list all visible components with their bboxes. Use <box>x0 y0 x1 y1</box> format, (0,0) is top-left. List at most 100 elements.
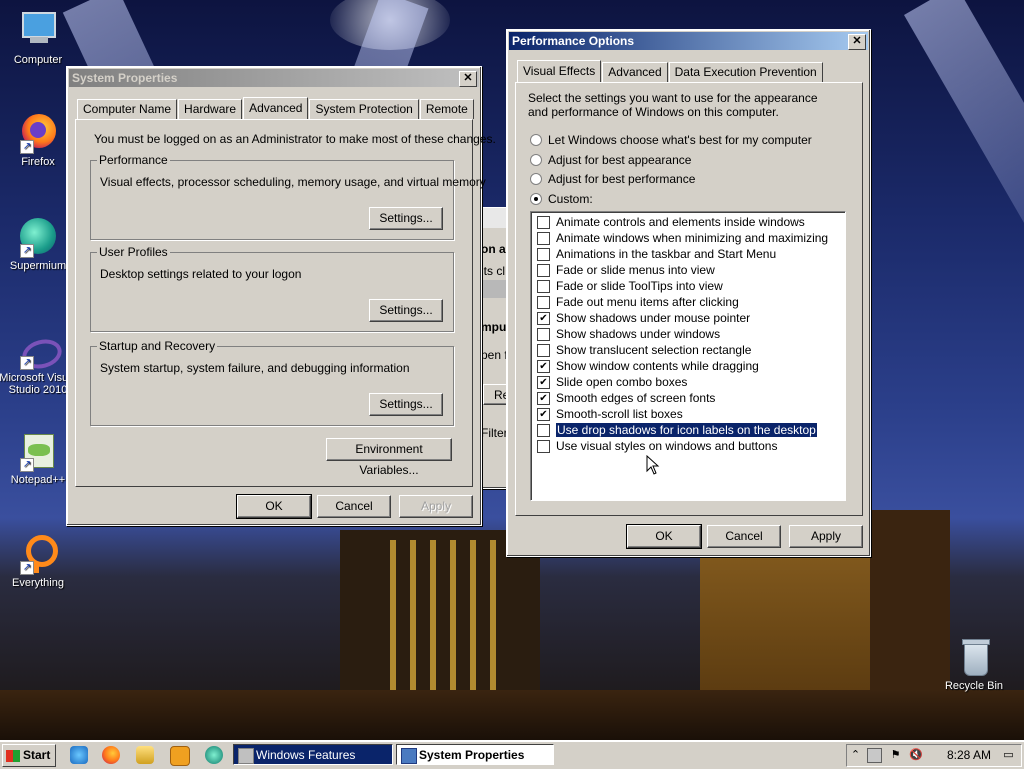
visual-effect-item[interactable]: ✔ Slide open combo boxes <box>531 374 845 390</box>
radio-best-appearance[interactable]: Adjust for best appearance <box>530 153 691 167</box>
taskbar-button-system-properties[interactable]: System Properties <box>396 744 554 765</box>
visual-effect-label: Smooth edges of screen fonts <box>556 391 716 405</box>
checkbox-checked-icon[interactable]: ✔ <box>537 311 550 325</box>
window-title: System Properties <box>72 71 178 85</box>
checkbox-unchecked-icon[interactable] <box>537 231 550 245</box>
checkbox-unchecked-icon[interactable] <box>537 327 550 341</box>
performance-options-titlebar[interactable]: Performance Options ✕ <box>509 32 868 50</box>
desktop-icon-recycle-bin[interactable]: Recycle Bin <box>934 636 1014 692</box>
radio-label: Let Windows choose what's best for my co… <box>548 133 812 147</box>
action-center-flag-icon[interactable]: ⚑ <box>889 748 902 761</box>
mouse-cursor-icon <box>646 455 660 475</box>
user-profiles-settings-button[interactable]: Settings... <box>369 299 443 322</box>
system-tray: ⌃ ⚑ 🔇 8:28 AM ▭ <box>846 744 1022 767</box>
visual-effect-item[interactable]: Use visual styles on windows and buttons <box>531 438 845 454</box>
checkbox-unchecked-icon[interactable] <box>537 295 550 309</box>
close-button[interactable]: ✕ <box>848 34 866 50</box>
visual-effect-item[interactable]: Animate windows when minimizing and maxi… <box>531 230 845 246</box>
clock[interactable]: 8:28 AM <box>947 745 991 766</box>
visual-effect-item[interactable]: ✔ Smooth-scroll list boxes <box>531 406 845 422</box>
ok-button[interactable]: OK <box>236 494 312 519</box>
cancel-button[interactable]: Cancel <box>707 525 781 548</box>
tab-hardware[interactable]: Hardware <box>178 99 243 119</box>
tab-remote[interactable]: Remote <box>419 99 474 119</box>
radio-indicator <box>530 193 542 205</box>
checkbox-unchecked-icon[interactable] <box>537 343 550 357</box>
apply-button[interactable]: Apply <box>789 525 863 548</box>
visual-effect-item[interactable]: ✔ Smooth edges of screen fonts <box>531 390 845 406</box>
visual-effect-item[interactable]: Use drop shadows for icon labels on the … <box>531 422 845 438</box>
visual-effect-item[interactable]: Show shadows under windows <box>531 326 845 342</box>
shortcut-arrow-icon: ↗ <box>20 561 34 575</box>
checkbox-unchecked-icon[interactable] <box>537 263 550 277</box>
radio-indicator <box>530 154 542 166</box>
checkbox-checked-icon[interactable]: ✔ <box>537 359 550 373</box>
visual-effect-item[interactable]: Animations in the taskbar and Start Menu <box>531 246 845 262</box>
start-button[interactable]: Start <box>2 744 56 767</box>
checkbox-unchecked-icon[interactable] <box>537 423 550 437</box>
desktop-icon-everything[interactable]: ↗ Everything <box>0 533 78 589</box>
system-properties-window[interactable]: System Properties ✕ Computer Name Hardwa… <box>66 66 496 526</box>
system-properties-titlebar[interactable]: System Properties ✕ <box>69 69 479 87</box>
checkbox-unchecked-icon[interactable] <box>537 215 550 229</box>
ok-button[interactable]: OK <box>626 524 702 549</box>
radio-label: Custom: <box>548 192 593 206</box>
cancel-button[interactable]: Cancel <box>317 495 391 518</box>
firefox-icon[interactable] <box>102 746 120 764</box>
visual-effect-item[interactable]: Fade out menu items after clicking <box>531 294 845 310</box>
checkbox-unchecked-icon[interactable] <box>537 247 550 261</box>
supermium-icon[interactable] <box>205 746 223 764</box>
startup-settings-button[interactable]: Settings... <box>369 393 443 416</box>
tab-advanced[interactable]: Advanced <box>602 62 668 82</box>
explorer-icon[interactable] <box>136 746 154 764</box>
visual-effect-item[interactable]: Fade or slide menus into view <box>531 262 845 278</box>
tab-data-execution-prevention[interactable]: Data Execution Prevention <box>668 62 823 82</box>
visual-effect-label: Show window contents while dragging <box>556 359 759 373</box>
shortcut-arrow-icon: ↗ <box>20 244 34 258</box>
visual-effect-item[interactable]: Show translucent selection rectangle <box>531 342 845 358</box>
visual-effect-label: Animate controls and elements inside win… <box>556 215 805 229</box>
checkbox-checked-icon[interactable]: ✔ <box>537 375 550 389</box>
visual-effect-label: Show shadows under windows <box>556 327 721 341</box>
checkbox-checked-icon[interactable]: ✔ <box>537 407 550 421</box>
visual-effect-item[interactable]: ✔ Show window contents while dragging <box>531 358 845 374</box>
checkbox-checked-icon[interactable]: ✔ <box>537 391 550 405</box>
partial-text: mpu <box>481 320 507 334</box>
visual-effects-list[interactable]: Animate controls and elements inside win… <box>530 211 846 501</box>
visual-effect-label: Fade or slide ToolTips into view <box>556 279 723 293</box>
ie-icon[interactable] <box>70 746 88 764</box>
tab-advanced[interactable]: Advanced <box>243 97 309 119</box>
network-icon[interactable] <box>867 748 882 763</box>
performance-settings-button[interactable]: Settings... <box>369 207 443 230</box>
performance-options-window[interactable]: Performance Options ✕ Visual Effects Adv… <box>506 29 871 557</box>
radio-custom[interactable]: Custom: <box>530 192 593 206</box>
tab-visual-effects[interactable]: Visual Effects <box>517 60 602 82</box>
media-player-icon[interactable] <box>170 746 190 766</box>
radio-best-performance[interactable]: Adjust for best performance <box>530 172 695 186</box>
volume-muted-icon[interactable]: 🔇 <box>909 748 923 761</box>
visual-effect-item[interactable]: ✔ Show shadows under mouse pointer <box>531 310 845 326</box>
recycle-bin-icon <box>954 636 994 676</box>
checkbox-unchecked-icon[interactable] <box>537 439 550 453</box>
taskbar-button-windows-features[interactable]: Windows Features <box>233 744 393 765</box>
group-description: Desktop settings related to your logon <box>100 267 302 281</box>
show-desktop-icon[interactable]: ▭ <box>1002 748 1015 761</box>
shortcut-arrow-icon: ↗ <box>20 356 34 370</box>
tab-computer-name[interactable]: Computer Name <box>77 99 178 119</box>
show-hidden-icons-chevron-icon[interactable]: ⌃ <box>849 748 862 761</box>
desktop-icon-computer[interactable]: Computer <box>0 10 78 66</box>
visual-effect-item[interactable]: Fade or slide ToolTips into view <box>531 278 845 294</box>
tab-system-protection[interactable]: System Protection <box>309 99 419 119</box>
radio-indicator <box>530 173 542 185</box>
close-button[interactable]: ✕ <box>459 71 477 87</box>
environment-variables-button[interactable]: Environment Variables... <box>326 438 452 477</box>
radio-let-windows-choose[interactable]: Let Windows choose what's best for my co… <box>530 133 812 147</box>
visual-effect-item[interactable]: Animate controls and elements inside win… <box>531 214 845 230</box>
group-legend: Startup and Recovery <box>97 339 218 353</box>
icon-label: Recycle Bin <box>944 680 1004 692</box>
apply-button[interactable]: Apply <box>399 495 473 518</box>
radio-indicator <box>530 134 542 146</box>
checkbox-unchecked-icon[interactable] <box>537 279 550 293</box>
partial-text: its cl <box>481 264 505 278</box>
window-icon <box>238 748 254 764</box>
